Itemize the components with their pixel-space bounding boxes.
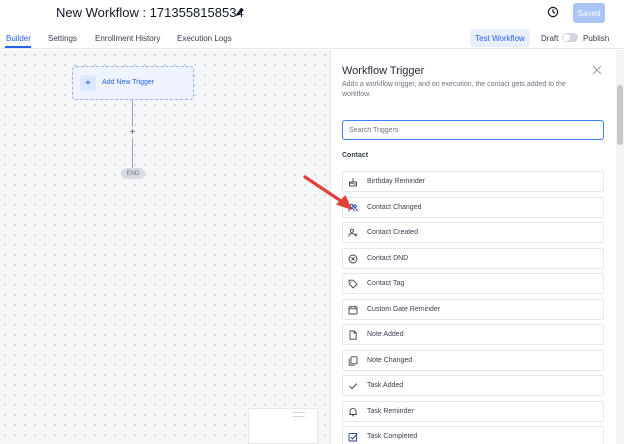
documents-icon <box>348 355 358 366</box>
history-icon[interactable] <box>547 6 559 18</box>
trigger-list: Birthday Reminder Contact Changed Contac… <box>342 171 604 444</box>
scrollbar-thumb[interactable] <box>617 85 623 145</box>
trigger-label: Contact DND <box>367 254 409 262</box>
trigger-item-birthday-reminder[interactable]: Birthday Reminder <box>342 171 604 192</box>
close-icon[interactable] <box>592 65 602 75</box>
tab-builder[interactable]: Builder <box>6 34 31 43</box>
tab-settings[interactable]: Settings <box>48 34 77 43</box>
plus-icon: + <box>80 75 96 91</box>
trigger-label: Contact Changed <box>367 203 422 211</box>
trigger-item-contact-created[interactable]: Contact Created <box>342 222 604 243</box>
trigger-label: Contact Created <box>367 229 418 236</box>
trigger-item-contact-dnd[interactable]: Contact DND <box>342 247 604 269</box>
panel-scrollbar[interactable] <box>616 50 624 444</box>
workflow-canvas[interactable]: + Add New Trigger + END <box>0 50 330 444</box>
trigger-label: Birthday Reminder <box>367 178 425 185</box>
trigger-label: Contact Tag <box>367 280 405 287</box>
bell-icon <box>349 407 357 416</box>
tag-icon <box>348 279 358 289</box>
document-icon <box>349 330 357 340</box>
add-new-trigger-box[interactable]: + Add New Trigger <box>72 66 194 100</box>
panel-title: Workflow Trigger <box>342 65 425 77</box>
trigger-item-note-added[interactable]: Note Added <box>342 324 604 345</box>
add-new-trigger-label: Add New Trigger <box>102 79 155 86</box>
add-step-button[interactable]: + <box>127 127 138 138</box>
trigger-item-task-added[interactable]: Task Added <box>342 375 604 396</box>
trigger-item-contact-changed[interactable]: Contact Changed <box>342 196 604 218</box>
workflow-title[interactable]: New Workflow : 1713558158534 <box>56 5 244 20</box>
trigger-item-custom-date-reminder[interactable]: Custom Date Reminder <box>342 298 604 320</box>
saved-button[interactable]: Saved <box>573 3 605 23</box>
minimap-line <box>293 412 305 413</box>
check-square-icon <box>348 432 358 442</box>
users-icon <box>348 203 358 212</box>
trigger-label: Task Completed <box>367 433 418 440</box>
x-circle-icon <box>348 254 358 263</box>
trigger-item-contact-tag[interactable]: Contact Tag <box>342 273 604 294</box>
trigger-label: Task Reminder <box>367 407 414 415</box>
minimap[interactable] <box>248 408 318 444</box>
active-tab-indicator <box>5 46 31 48</box>
minimap-line <box>293 416 305 417</box>
calendar-icon <box>348 305 358 314</box>
publish-label: Publish <box>583 34 610 43</box>
section-label-contact: Contact <box>342 152 369 159</box>
user-plus-icon <box>348 228 358 237</box>
tab-enrollment-history[interactable]: Enrollment History <box>95 34 160 43</box>
trigger-label: Note Added <box>367 331 404 338</box>
check-icon <box>349 383 358 390</box>
publish-toggle[interactable] <box>562 33 578 42</box>
trigger-item-task-completed[interactable]: Task Completed <box>342 426 604 444</box>
panel-description: Adds a workflow trigger, and on executio… <box>342 81 566 98</box>
trigger-item-note-changed[interactable]: Note Changed <box>342 349 604 371</box>
trigger-label: Custom Date Reminder <box>367 305 441 313</box>
test-workflow-button[interactable]: Test Workflow <box>470 29 530 47</box>
tab-execution-logs[interactable]: Execution Logs <box>177 34 232 43</box>
trigger-item-task-reminder[interactable]: Task Reminder <box>342 400 604 422</box>
draft-label: Draft <box>541 34 559 43</box>
top-bar: New Workflow : 1713558158534 Saved <box>0 0 624 28</box>
search-triggers-input[interactable] <box>342 120 604 140</box>
trigger-label: Task Added <box>367 382 404 389</box>
pencil-icon[interactable] <box>234 6 246 18</box>
cake-icon <box>349 178 357 187</box>
workflow-trigger-panel: Workflow Trigger Adds a workflow trigger… <box>330 50 616 444</box>
tab-bar: Builder Settings Enrollment History Exec… <box>0 28 624 49</box>
trigger-label: Note Changed <box>367 356 413 364</box>
end-node: END <box>121 168 145 179</box>
